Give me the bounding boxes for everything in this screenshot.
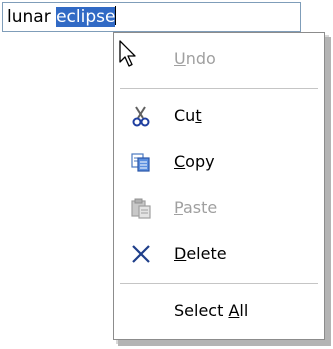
delete-x-icon xyxy=(132,245,150,263)
menu-item-delete-label: Delete xyxy=(174,244,227,263)
context-menu: Undo Cut Copy Paste Delete Select All xyxy=(113,32,325,340)
menu-item-copy[interactable]: Copy xyxy=(114,142,324,182)
menu-separator xyxy=(120,283,318,284)
text-input[interactable]: lunar eclipse xyxy=(2,2,301,32)
menu-item-paste-label: Paste xyxy=(174,198,218,217)
menu-item-undo[interactable]: Undo xyxy=(114,39,324,79)
copy-icon xyxy=(131,153,150,172)
text-input-plain: lunar xyxy=(7,7,57,27)
menu-item-undo-label: Undo xyxy=(174,49,216,68)
menu-item-delete[interactable]: Delete xyxy=(114,234,324,274)
menu-item-select-all[interactable]: Select All xyxy=(114,291,324,331)
menu-item-copy-label: Copy xyxy=(174,152,215,171)
menu-item-cut[interactable]: Cut xyxy=(114,96,324,136)
text-input-selection: eclipse xyxy=(56,7,116,27)
menu-separator xyxy=(120,88,318,89)
text-caret xyxy=(115,6,117,25)
menu-item-select-all-label: Select All xyxy=(174,301,249,320)
paste-icon xyxy=(131,198,151,219)
scissors-icon xyxy=(132,106,150,127)
menu-item-cut-label: Cut xyxy=(174,106,202,125)
menu-item-paste[interactable]: Paste xyxy=(114,188,324,228)
mouse-pointer-icon xyxy=(119,40,136,67)
